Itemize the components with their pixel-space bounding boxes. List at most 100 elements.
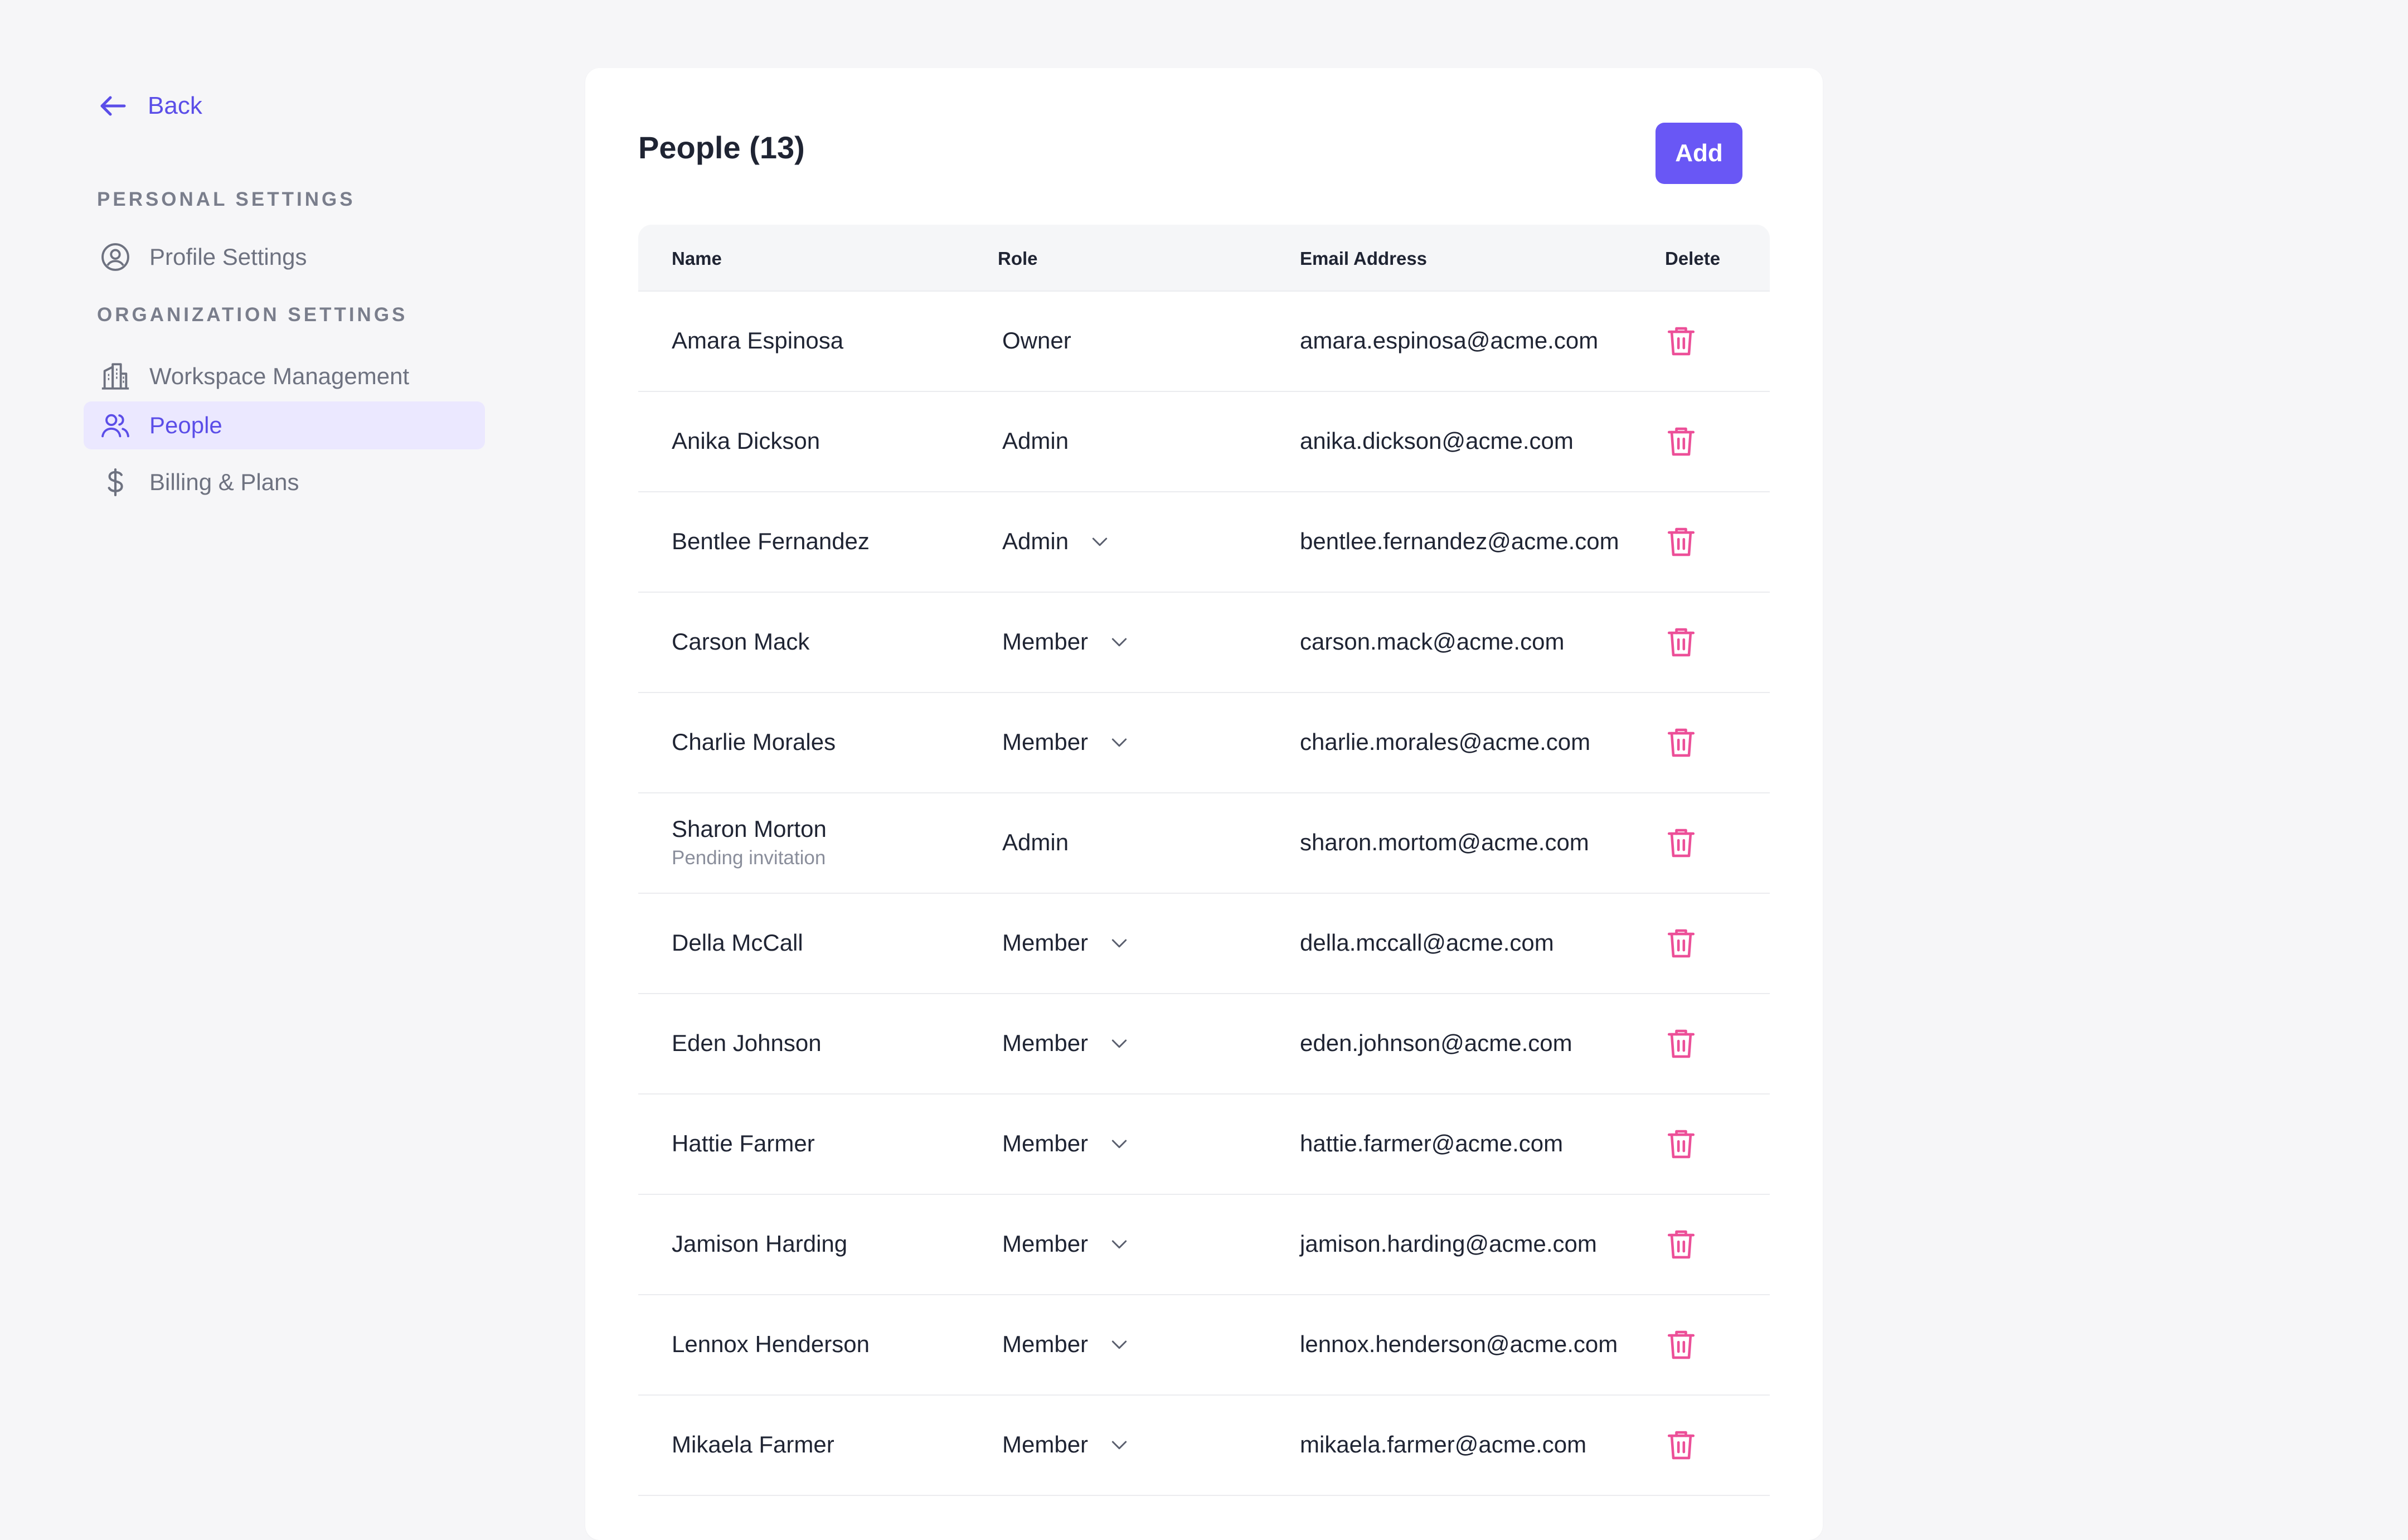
user-circle-icon [97,239,134,275]
name-cell: Jamison Harding [672,1231,847,1257]
back-link[interactable]: Back [96,89,202,123]
table-row: Mikaela Farmer Member mikaela.farmer@acme.… [638,1396,1770,1496]
role-select[interactable]: Member [1002,929,1130,956]
role-select[interactable]: Member [1002,1030,1130,1057]
chevron-down-icon[interactable] [1108,631,1130,653]
chevron-down-icon[interactable] [1108,1434,1130,1456]
name-cell: Della McCall [672,929,803,956]
trash-icon[interactable] [1663,1025,1700,1062]
chevron-down-icon[interactable] [1108,932,1130,954]
role-label: Member [1002,1130,1089,1156]
person-name: Charlie Morales [672,729,836,755]
name-cell: Charlie Morales [672,729,836,756]
trash-icon[interactable] [1663,524,1700,560]
table-row: Amara Espinosa Owner amara.espinosa@acme.c… [638,292,1770,392]
sidebar-item-label: People [149,412,222,438]
trash-icon[interactable] [1663,1427,1700,1464]
chevron-down-icon[interactable] [1108,1132,1130,1155]
person-name: Eden Johnson [672,1030,822,1056]
organization-settings-title: ORGANIZATION SETTINGS [97,304,408,326]
sidebar-item-people[interactable]: People [84,401,485,449]
table-row: Della McCall Member della.mccall@acme.com [638,894,1770,994]
users-icon [97,407,134,444]
role-label: Member [1002,1231,1089,1257]
trash-icon[interactable] [1663,323,1700,360]
role-select[interactable]: Member [1002,1130,1130,1157]
sidebar-item-billing-plans[interactable]: Billing & Plans [84,458,485,506]
chevron-down-icon[interactable] [1108,731,1130,753]
role-cell: Owner [1002,327,1071,354]
name-cell: Carson Mack [672,628,809,655]
table-body: Amara Espinosa Owner amara.espinosa@acme.c… [638,292,1770,1496]
chevron-down-icon[interactable] [1089,530,1111,553]
chevron-down-icon[interactable] [1108,1032,1130,1054]
person-name: Anika Dickson [672,428,821,454]
role-label: Member [1002,628,1089,655]
name-cell: Eden Johnson [672,1030,822,1057]
role-cell: Admin [1002,428,1069,454]
role-select[interactable]: Admin [1002,528,1111,555]
personal-settings-title: PERSONAL SETTINGS [97,188,356,210]
role-label: Member [1002,729,1089,755]
column-header-email: Email Address [1300,248,1428,269]
arrow-left-icon [100,96,126,116]
person-name: Bentlee Fernandez [672,528,870,554]
trash-icon[interactable] [1663,825,1700,861]
role-label: Admin [1002,829,1069,855]
sidebar-item-profile-settings[interactable]: Profile Settings [84,233,485,281]
role-select[interactable]: Member [1002,628,1130,655]
trash-icon[interactable] [1663,1126,1700,1163]
table-row: Bentlee Fernandez Admin bentlee.fernandez@… [638,492,1770,593]
email-cell: mikaela.farmer@acme.com [1300,1431,1587,1457]
person-name: Mikaela Farmer [672,1431,834,1457]
role-select[interactable]: Member [1002,729,1130,756]
role-select[interactable]: Member [1002,1331,1130,1358]
email-cell: carson.mack@acme.com [1300,628,1565,655]
chevron-down-icon[interactable] [1108,1333,1130,1355]
back-label: Back [148,92,202,119]
sidebar-item-label: Profile Settings [149,244,307,270]
person-name: Sharon Morton [672,816,827,842]
sidebar-item-label: Workspace Management [149,363,410,389]
trash-icon[interactable] [1663,1326,1700,1363]
table-row: Sharon Morton Pending invitation Admin shar… [638,793,1770,894]
role-select[interactable]: Member [1002,1231,1130,1257]
trash-icon[interactable] [1663,925,1700,962]
email-cell: della.mccall@acme.com [1300,929,1554,956]
role-label: Admin [1002,428,1069,454]
table-row: Jamison Harding Member jamison.harding@acm… [638,1195,1770,1295]
name-cell: Amara Espinosa [672,327,843,354]
person-name: Della McCall [672,929,803,956]
role-label: Member [1002,1030,1089,1056]
pending-status: Pending invitation [672,847,826,869]
building-icon [97,358,134,395]
table-row: Charlie Morales Member charlie.morales@acm… [638,693,1770,793]
dollar-icon [97,464,134,501]
role-label: Member [1002,1431,1089,1457]
email-cell: jamison.harding@acme.com [1300,1231,1597,1257]
table-row: Carson Mack Member carson.mack@acme.com [638,593,1770,693]
sidebar-item-workspace-management[interactable]: Workspace Management [84,352,485,400]
add-button[interactable]: Add [1656,123,1742,184]
role-select[interactable]: Member [1002,1431,1130,1458]
email-cell: charlie.morales@acme.com [1300,729,1591,755]
chevron-down-icon[interactable] [1108,1233,1130,1255]
trash-icon[interactable] [1663,624,1700,661]
role-label: Admin [1002,528,1069,554]
role-label: Owner [1002,327,1071,353]
email-cell: amara.espinosa@acme.com [1300,327,1599,353]
email-cell: hattie.farmer@acme.com [1300,1130,1564,1156]
role-label: Member [1002,1331,1089,1357]
people-table: Name Role Email Address Delete Amara Esp… [638,225,1770,1496]
trash-icon[interactable] [1663,1226,1700,1263]
email-cell: lennox.henderson@acme.com [1300,1331,1618,1357]
page-title: People (13) [638,130,805,165]
name-cell: Bentlee Fernandez [672,528,870,555]
column-header-role: Role [998,248,1038,269]
name-cell: Anika Dickson [672,428,820,454]
table-row: Hattie Farmer Member hattie.farmer@acme.co… [638,1095,1770,1195]
trash-icon[interactable] [1663,724,1700,761]
table-row: Eden Johnson Member eden.johnson@acme.com [638,994,1770,1095]
trash-icon[interactable] [1663,423,1700,460]
email-cell: sharon.mortom@acme.com [1300,829,1589,855]
